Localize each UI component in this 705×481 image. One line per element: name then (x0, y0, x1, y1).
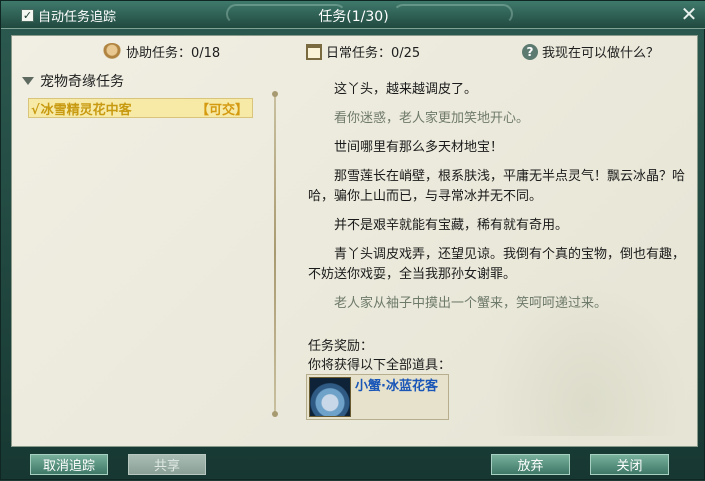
abandon-button[interactable]: 放弃 (491, 454, 570, 475)
assist-icon (102, 42, 122, 61)
quest-window: ✓ 自动任务追踪 任务(1/30) ✕ 协助任务：0/18 日常任务：0/25 … (0, 0, 705, 480)
quest-check-icon: √ (31, 102, 40, 118)
narration-line: 看你迷惑，老人家更加笑地开心。 (334, 111, 530, 126)
quest-panel: 协助任务：0/18 日常任务：0/25 ? 我现在可以做什么？ 宠物奇缘任务 √… (11, 35, 698, 447)
assist-task-label: 协助任务：0/18 (126, 46, 221, 61)
narration-line: 老人家从袖子中摸出一个蟹来，笑呵呵递过来。 (334, 296, 608, 311)
quest-dialogue: 这丫头，越来越调皮了。 看你迷惑，老人家更加笑地开心。 世间哪里有那么多天材地宝… (308, 80, 693, 323)
reward-subtitle: 你将获得以下全部道具： (308, 358, 452, 373)
reward-title: 任务奖励： (308, 339, 374, 354)
reward-item[interactable]: 小蟹·冰蓝花客 (306, 374, 449, 420)
daily-task-count: 日常任务：0/25 (306, 42, 420, 61)
title-bar[interactable]: ✓ 自动任务追踪 任务(1/30) ✕ (1, 1, 705, 29)
calendar-icon (306, 43, 322, 60)
help-link[interactable]: ? 我现在可以做什么？ (522, 42, 659, 61)
share-button[interactable]: 共享 (128, 454, 206, 475)
expand-triangle-icon (22, 77, 34, 85)
dialogue-line: 那雪莲长在峭壁，根系肤浅，平庸无半点灵气！飘云冰晶？哈哈，骗你上山而已，与寻常冰… (308, 169, 686, 204)
quest-status: 【可交】 (195, 102, 248, 118)
dialogue-line: 并不是艰辛就能有宝藏，稀有就有奇用。 (334, 218, 569, 233)
reward-item-name: 小蟹·冰蓝花客 (355, 379, 438, 394)
quest-name: 冰雪精灵花中客 (40, 102, 132, 118)
assist-task-count: 协助任务：0/18 (102, 42, 220, 61)
window-title: 任务(1/30) (318, 9, 389, 25)
dialogue-line: 这丫头，越来越调皮了。 (334, 82, 478, 97)
dialogue-line: 青丫头调皮戏弄，还望见谅。我倒有个真的宝物，倒也有趣，不妨送你戏耍，全当我那孙女… (308, 247, 686, 282)
dialogue-line: 世间哪里有那么多天材地宝！ (334, 140, 504, 155)
panel-divider (272, 91, 278, 417)
bottom-button-bar: 取消追踪 共享 放弃 关闭 (1, 449, 705, 481)
close-icon[interactable]: ✕ (678, 3, 700, 25)
question-icon: ? (522, 43, 538, 60)
quest-category[interactable]: 宠物奇缘任务 (22, 71, 124, 91)
category-label: 宠物奇缘任务 (40, 74, 124, 90)
crab-item-icon[interactable] (309, 377, 351, 417)
close-button[interactable]: 关闭 (590, 454, 669, 475)
help-label: 我现在可以做什么？ (542, 46, 660, 61)
daily-task-label: 日常任务：0/25 (326, 46, 421, 61)
quest-item-selected[interactable]: √冰雪精灵花中客 【可交】 (28, 98, 253, 118)
untrack-button[interactable]: 取消追踪 (30, 454, 108, 475)
